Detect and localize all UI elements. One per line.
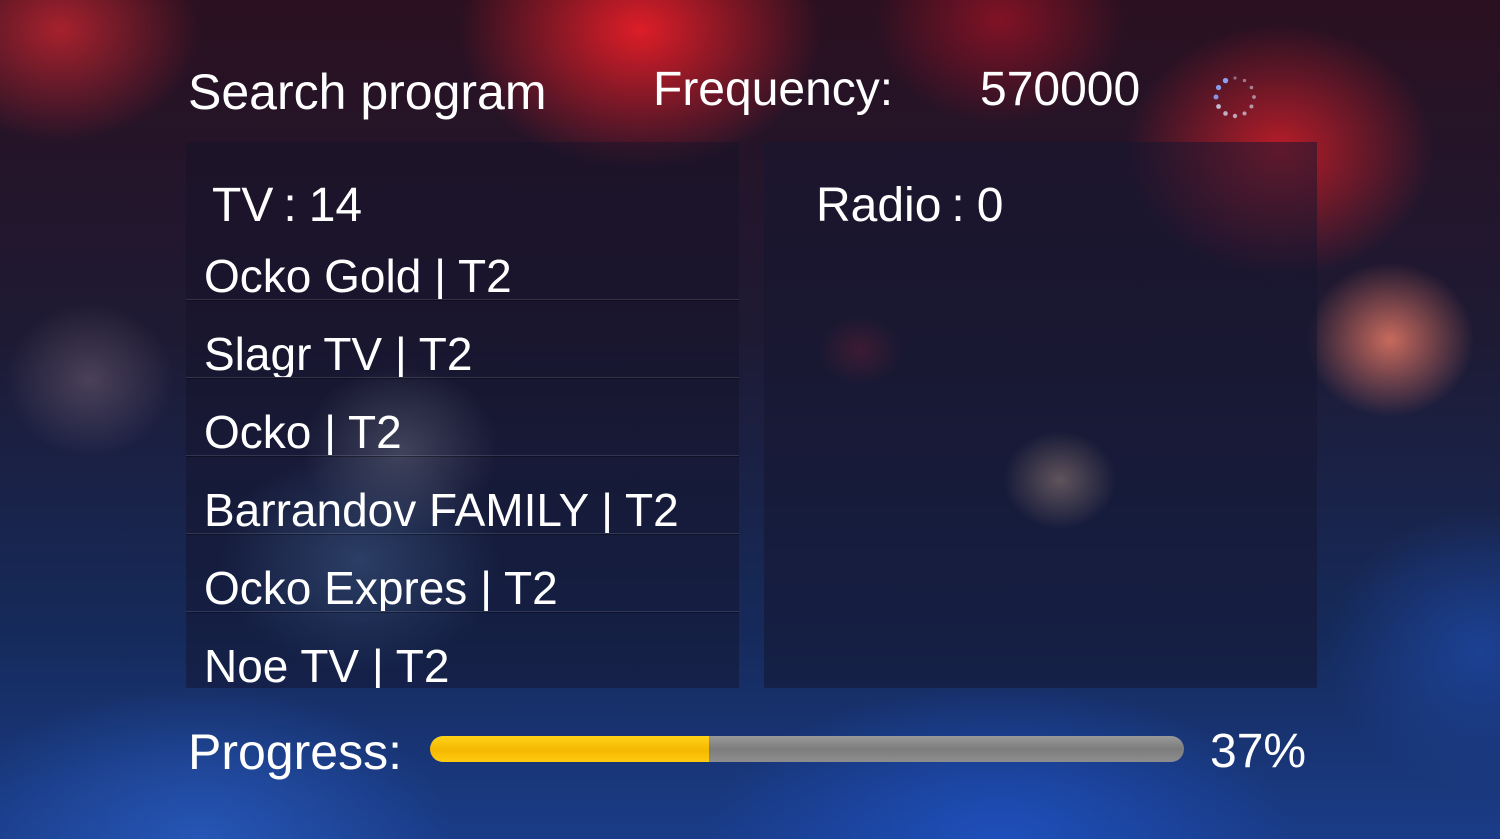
frequency-label: Frequency: xyxy=(653,63,894,116)
channel-item[interactable]: Ocko Expres | T2 xyxy=(186,534,739,612)
channel-item[interactable]: Noe TV | T2 xyxy=(186,612,739,688)
channel-name: Ocko | T2 xyxy=(204,406,402,456)
progress-bar xyxy=(430,736,1184,762)
channel-item[interactable]: Ocko Gold | T2 xyxy=(186,222,739,300)
radio-count-label: Radio xyxy=(816,179,942,232)
radio-count: Radio:0 xyxy=(816,178,1003,234)
progress-bar-fill xyxy=(430,736,709,762)
channel-name: Ocko Gold | T2 xyxy=(204,250,512,300)
channel-item[interactable]: Slagr TV | T2 xyxy=(186,300,739,378)
loading-spinner-icon xyxy=(1213,76,1256,119)
scan-progress: Progress: 37% xyxy=(0,720,1500,784)
radio-count-value: 0 xyxy=(976,179,1004,232)
channel-name: Barrandov FAMILY | T2 xyxy=(204,484,679,534)
radio-channel-panel: Radio:0 xyxy=(764,142,1317,688)
page-title: Search program xyxy=(188,64,547,120)
channel-item[interactable]: Barrandov FAMILY | T2 xyxy=(186,456,739,534)
tv-channel-list[interactable]: Ocko Gold | T2 Slagr TV | T2 Ocko | T2 B… xyxy=(186,222,739,688)
channel-item[interactable]: Ocko | T2 xyxy=(186,378,739,456)
progress-percent: 37% xyxy=(1210,725,1307,778)
channel-name: Ocko Expres | T2 xyxy=(204,562,558,612)
tv-channel-panel: TV:14 Ocko Gold | T2 Slagr TV | T2 Ocko … xyxy=(186,142,739,688)
channel-name: Noe TV | T2 xyxy=(204,640,450,688)
frequency-value: 570000 xyxy=(980,63,1141,116)
channel-name: Slagr TV | T2 xyxy=(204,328,473,378)
progress-label: Progress: xyxy=(188,724,402,780)
scan-header: Search program Frequency: 570000 xyxy=(0,56,1500,126)
radio-count-separator: : xyxy=(951,179,965,232)
